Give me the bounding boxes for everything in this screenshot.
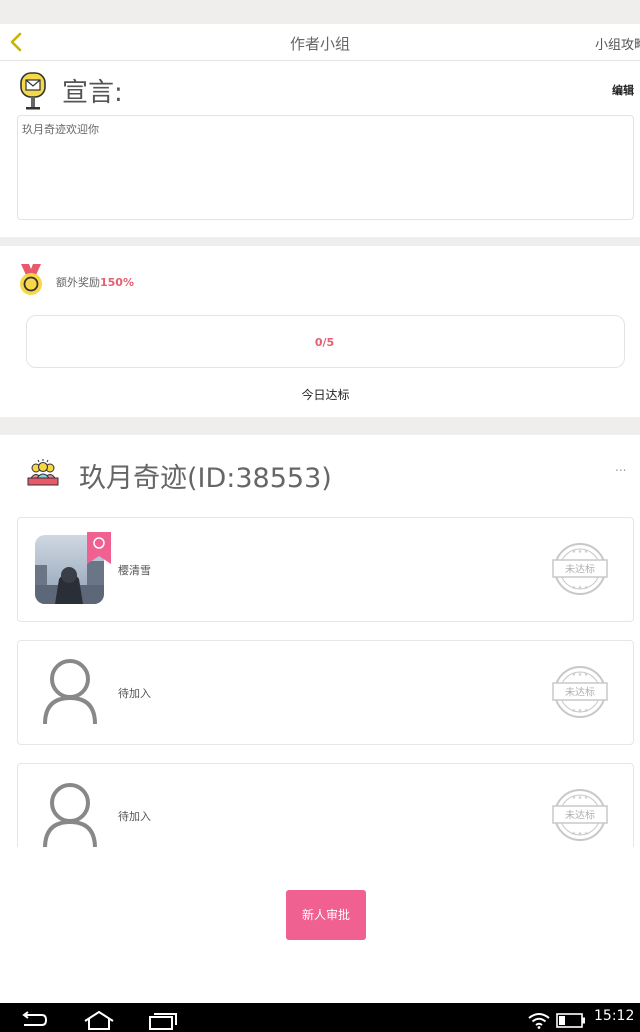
section-divider — [0, 237, 640, 246]
declaration-text: 玖月奇迹欢迎你 — [22, 123, 99, 136]
svg-text:★ ★ ★: ★ ★ ★ — [572, 672, 589, 678]
member-list-clip: 待加入 未达标 ★ ★ ★ ★ ★ ★ — [0, 763, 640, 847]
declaration-box[interactable] — [17, 115, 634, 220]
member-name: 待加入 — [118, 687, 151, 700]
edit-button[interactable]: 编辑 — [612, 82, 634, 98]
more-icon[interactable]: ... — [615, 460, 626, 474]
back-nav-icon[interactable] — [20, 1011, 48, 1029]
group-title: 玖月奇迹(ID:38553) — [79, 463, 332, 494]
bonus-label: 额外奖励150% — [56, 274, 134, 290]
member-name: 待加入 — [118, 810, 151, 823]
svg-text:★ ★ ★: ★ ★ ★ — [572, 708, 589, 714]
new-member-approval-button[interactable]: 新人审批 — [286, 890, 366, 940]
stamp-label: 未达标 — [565, 687, 595, 699]
not-reached-stamp-icon: 未达标 ★ ★ ★ ★ ★ ★ — [552, 789, 608, 841]
page-title: 作者小组 — [289, 35, 350, 53]
svg-text:★ ★ ★: ★ ★ ★ — [572, 585, 589, 591]
svg-text:★ ★ ★: ★ ★ ★ — [572, 831, 589, 837]
not-reached-stamp-icon: 未达标 ★ ★ ★ ★ ★ ★ — [552, 666, 608, 718]
owner-badge-icon — [87, 532, 111, 564]
today-caption: 今日达标 — [301, 388, 350, 402]
wifi-icon — [528, 1013, 550, 1029]
svg-text:★ ★ ★: ★ ★ ★ — [572, 795, 589, 801]
member-card[interactable] — [17, 640, 634, 745]
medal-icon — [20, 264, 42, 295]
person-placeholder-icon — [43, 783, 97, 847]
home-icon[interactable] — [82, 1010, 116, 1030]
not-reached-stamp-icon: 未达标 ★ ★ ★ ★ ★ ★ — [552, 543, 608, 595]
daily-progress-text: 0/5 — [314, 336, 335, 349]
top-strip — [0, 0, 640, 24]
group-icon — [27, 459, 59, 486]
bonus-label-text: 额外奖励 — [56, 276, 100, 289]
mailbox-icon — [20, 72, 46, 110]
nav-inner: 作者小组 小组攻略 — [0, 24, 640, 60]
svg-text:★ ★ ★: ★ ★ ★ — [572, 549, 589, 555]
recent-apps-icon[interactable] — [148, 1011, 178, 1030]
battery-icon — [556, 1013, 585, 1028]
group-guide-link[interactable]: 小组攻略 — [595, 34, 640, 53]
member-card[interactable] — [17, 763, 634, 847]
clock: 15:12 — [594, 1008, 635, 1024]
declaration-title: 宣言: — [62, 78, 123, 108]
bonus-value: 150% — [100, 276, 134, 289]
stamp-label: 未达标 — [565, 564, 595, 576]
section-divider — [0, 417, 640, 435]
person-placeholder-icon — [43, 659, 97, 724]
stamp-label: 未达标 — [565, 810, 595, 822]
member-name: 樱清雪 — [118, 564, 151, 577]
